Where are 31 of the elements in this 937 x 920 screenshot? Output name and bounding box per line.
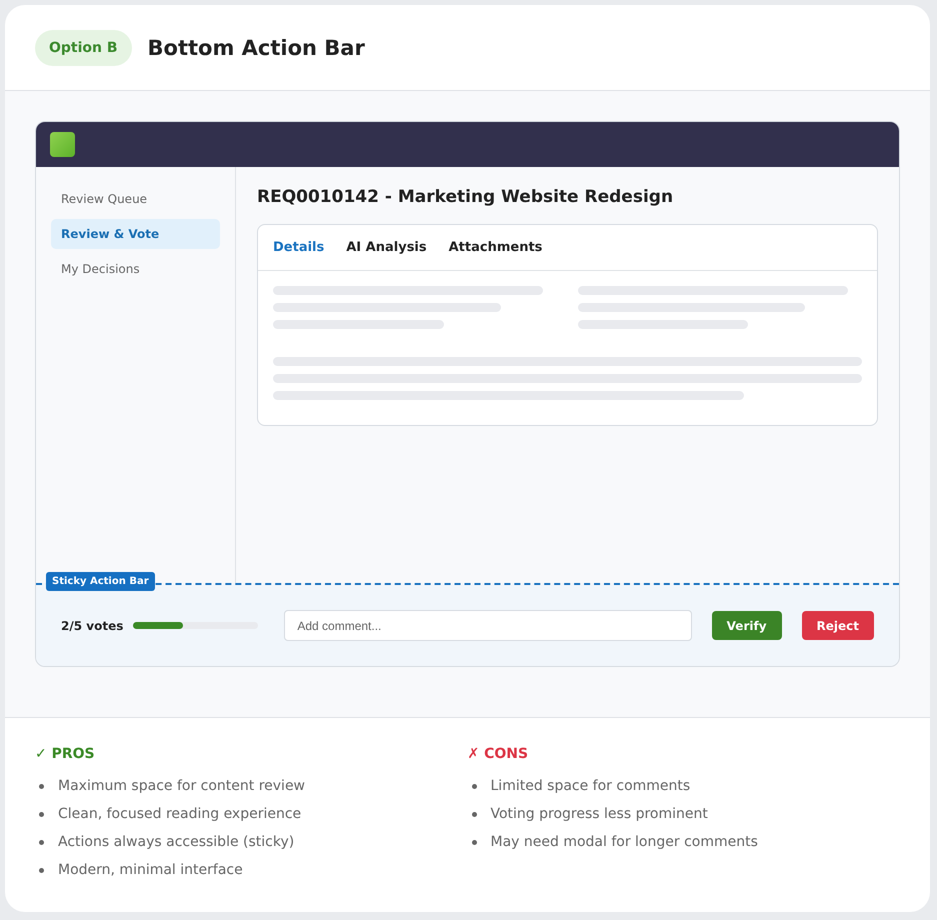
tab[interactable]: Attachments: [448, 240, 542, 255]
section-heading: ✓ PROS: [35, 746, 96, 762]
bullet-icon: [39, 784, 44, 788]
list-item: Modern, minimal interface: [58, 862, 243, 878]
vote-count: 2/5 votes: [61, 618, 124, 632]
logo-icon: [50, 132, 75, 157]
list-item: Maximum space for content review: [58, 778, 306, 794]
section-heading: ✗ CONS: [468, 746, 530, 762]
comment-field[interactable]: Add comment...: [284, 610, 692, 641]
tab[interactable]: Details: [273, 240, 324, 255]
request-title: REQ0010142 - Marketing Website Redesign: [257, 187, 674, 207]
sidebar-item[interactable]: Review Queue: [51, 184, 220, 214]
reject-button[interactable]: Reject: [802, 611, 874, 640]
sidebar-item[interactable]: Review & Vote: [51, 219, 220, 249]
list-item: May need modal for longer comments: [490, 834, 758, 850]
bullet-icon: [472, 840, 476, 844]
bullet-icon: [39, 868, 44, 872]
sidebar-item[interactable]: My Decisions: [51, 254, 220, 284]
page-title: Bottom Action Bar: [148, 36, 365, 60]
list-item: Voting progress less prominent: [490, 806, 708, 822]
verify-button[interactable]: Verify: [712, 611, 782, 640]
bullet-icon: [39, 840, 44, 844]
action-bar-label: Sticky Action Bar: [46, 572, 155, 591]
tab[interactable]: AI Analysis: [346, 240, 427, 255]
bullet-icon: [39, 812, 44, 816]
bullet-icon: [472, 812, 476, 816]
list-item: Clean, focused reading experience: [58, 806, 302, 822]
option-badge: Option B: [35, 30, 132, 66]
bullet-icon: [472, 784, 476, 788]
list-item: Limited space for comments: [490, 778, 690, 794]
list-item: Actions always accessible (sticky): [58, 834, 294, 850]
